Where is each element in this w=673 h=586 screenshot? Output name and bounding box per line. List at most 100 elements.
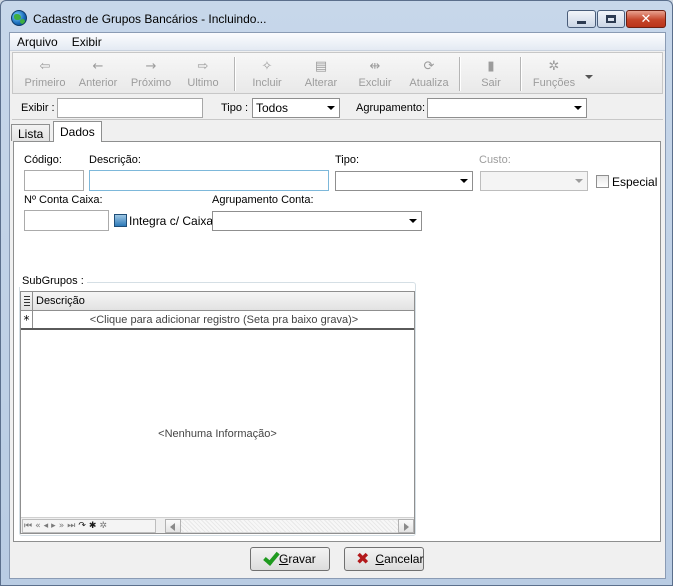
tipo-filter-label: Tipo : [221,102,249,114]
cancel-button[interactable]: ✖ Cancelar [344,547,424,571]
list-lines-icon [24,296,30,306]
scroll-left-button[interactable] [165,519,181,533]
globe-icon [11,10,27,26]
grid-column-chooser[interactable] [21,292,33,310]
grid-column-descricao[interactable]: Descrição [36,295,85,307]
new-row-hint: <Clique para adicionar registro (Seta pr… [89,314,359,326]
exibir-label: Exibir : [21,102,55,114]
close-icon: ✕ [640,11,652,27]
toolbar-add-button[interactable]: ✧ Incluir [246,53,288,93]
triangle-right-icon [404,523,409,531]
nav-next-page-icon[interactable]: » [58,521,66,531]
toolbar-separator [234,57,236,91]
toolbar-previous-button[interactable]: ← Anterior [77,53,119,93]
cancel-button-label: Cancelar [375,552,424,566]
toolbar-edit-button[interactable]: ▤ Alterar [300,53,342,93]
agrupamento-filter-select[interactable] [427,98,587,118]
chevron-down-icon [460,179,468,183]
subgrupos-grid[interactable]: Descrição * <Clique para adicionar regis… [20,291,415,534]
toolbar-last-button[interactable]: ⇨ Ultimo [183,53,223,93]
grid-empty-message: <Nenhuma Informação> [158,428,277,440]
exit-door-icon: ▮ [487,58,495,74]
client-area: Arquivo Exibir ⇦ Primeiro ← Anterior → P… [9,32,666,579]
filter-bar: Exibir : Tipo : Todos Agrupamento: [12,96,663,120]
minimize-icon [577,20,586,24]
menu-bar: Arquivo Exibir [10,33,665,51]
toolbar-next-button[interactable]: → Próximo [130,53,172,93]
horizontal-scrollbar[interactable] [165,519,414,533]
toolbar-exit-button[interactable]: ▮ Sair [474,53,508,93]
menu-arquivo[interactable]: Arquivo [10,33,65,51]
descricao-label: Descrição: [89,154,141,166]
agrupamento-conta-select[interactable] [212,211,422,231]
nav-next-icon[interactable]: ▸ [50,521,57,531]
nav-refresh-icon[interactable]: ↷ [77,521,87,531]
maximize-icon [606,15,616,23]
last-record-icon: ⇨ [197,58,209,74]
edit-document-icon: ▤ [314,58,328,74]
title-bar[interactable]: Cadastro de Grupos Bancários - Incluindo… [1,1,672,32]
toolbar-functions-button[interactable]: ✲ Funções [531,53,577,93]
grid-navigator: ⏮ « ◂ ▸ » ⏭ ↷ ✱ ✲ [21,517,414,533]
scroll-right-button[interactable] [398,519,414,533]
save-button[interactable]: Gravar [250,547,330,571]
subgrupos-title: SubGrupos : [19,275,87,287]
tab-lista[interactable]: Lista [11,124,51,141]
nav-prev-page-icon[interactable]: « [34,521,42,531]
descricao-input[interactable] [89,170,329,191]
conta-caixa-label: Nº Conta Caixa: [24,194,103,206]
checkmark-icon [263,548,280,566]
especial-label: Especial [612,175,658,189]
codigo-label: Código: [24,154,62,166]
agrupamento-filter-label: Agrupamento: [356,102,426,114]
agrupamento-conta-label: Agrupamento Conta: [212,194,314,206]
dados-tab-panel: Código: Descrição: Tipo: Custo: Especial… [13,141,661,542]
delete-icon: ⇹ [369,58,381,74]
close-button[interactable]: ✕ [626,10,666,28]
nav-prev-icon[interactable]: ◂ [43,521,50,531]
tab-dados[interactable]: Dados [53,121,102,142]
cancel-x-icon: ✖ [356,549,370,568]
triangle-left-icon [170,523,175,531]
tools-icon: ✲ [548,58,560,74]
grid-nav-buttons: ⏮ « ◂ ▸ » ⏭ ↷ ✱ ✲ [22,519,156,533]
custo-select[interactable] [480,171,588,191]
toolbar-refresh-button[interactable]: ⟳ Atualiza [406,53,452,93]
grid-new-row[interactable]: * <Clique para adicionar registro (Seta … [21,311,414,330]
integra-caixa-label: Integra c/ Caixa [129,214,214,228]
new-document-icon: ✧ [261,58,273,74]
new-row-asterisk-icon: * [21,311,33,328]
minimize-button[interactable] [567,10,596,28]
save-button-label: Gravar [279,552,316,566]
nav-last-icon[interactable]: ⏭ [66,521,76,531]
toolbar-separator [459,57,461,91]
especial-checkbox[interactable] [596,175,609,188]
application-window: Cadastro de Grupos Bancários - Incluindo… [0,0,673,586]
integra-caixa-checkbox[interactable] [114,214,127,227]
chevron-down-icon [327,106,335,110]
tipo-select[interactable] [335,171,473,191]
nav-first-icon[interactable]: ⏮ [23,521,33,531]
menu-exibir[interactable]: Exibir [65,33,109,51]
arrow-left-icon: ← [92,58,104,74]
chevron-down-icon [409,219,417,223]
chevron-down-icon [575,179,583,183]
toolbar: ⇦ Primeiro ← Anterior → Próximo ⇨ Ultimo… [12,52,663,94]
nav-insert-multi-icon[interactable]: ✲ [98,521,108,531]
functions-dropdown-arrow-icon[interactable] [585,75,593,79]
arrow-right-icon: → [145,58,157,74]
maximize-button[interactable] [597,10,625,28]
exibir-input[interactable] [57,98,203,118]
toolbar-delete-button[interactable]: ⇹ Excluir [354,53,396,93]
conta-caixa-input[interactable] [24,210,109,231]
toolbar-first-button[interactable]: ⇦ Primeiro [24,53,66,93]
custo-label: Custo: [479,154,511,166]
first-record-icon: ⇦ [39,58,51,74]
codigo-input[interactable] [24,170,84,191]
toolbar-separator [520,57,522,91]
chevron-down-icon [574,106,582,110]
window-title: Cadastro de Grupos Bancários - Incluindo… [33,12,267,26]
tipo-filter-select[interactable]: Todos [252,98,340,118]
nav-insert-icon[interactable]: ✱ [88,521,98,531]
refresh-icon: ⟳ [423,58,435,74]
